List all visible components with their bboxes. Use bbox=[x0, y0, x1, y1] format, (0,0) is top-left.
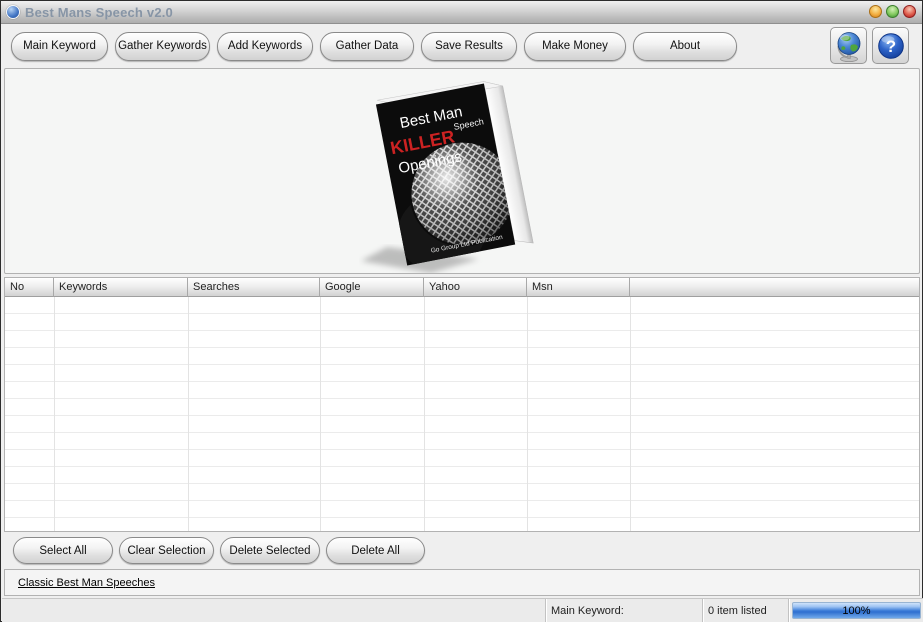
maximize-button[interactable] bbox=[886, 5, 899, 18]
table-row[interactable] bbox=[5, 416, 919, 433]
help-button[interactable]: ? bbox=[872, 27, 909, 64]
column-header-searches[interactable]: Searches bbox=[188, 278, 320, 297]
table-column-divider bbox=[54, 297, 55, 531]
table-row[interactable] bbox=[5, 314, 919, 331]
progress-bar: 100% bbox=[792, 602, 921, 619]
items-listed-text: 0 item listed bbox=[708, 605, 767, 617]
column-header-google[interactable]: Google bbox=[320, 278, 424, 297]
table-row[interactable] bbox=[5, 297, 919, 314]
column-header-keywords[interactable]: Keywords bbox=[54, 278, 188, 297]
table-row[interactable] bbox=[5, 484, 919, 501]
table-row[interactable] bbox=[5, 348, 919, 365]
table-row[interactable] bbox=[5, 467, 919, 484]
table-column-divider bbox=[320, 297, 321, 531]
delete-selected-button[interactable]: Delete Selected bbox=[220, 537, 320, 564]
status-main-keyword: Main Keyword: bbox=[546, 599, 703, 622]
column-header-filler bbox=[630, 278, 919, 297]
toolbar: Main Keyword Gather Keywords Add Keyword… bbox=[2, 25, 921, 67]
table-row[interactable] bbox=[5, 331, 919, 348]
table-row[interactable] bbox=[5, 450, 919, 467]
status-items-listed: 0 item listed bbox=[703, 599, 789, 622]
column-header-msn[interactable]: Msn bbox=[527, 278, 630, 297]
titlebar[interactable]: Best Mans Speech v2.0 bbox=[1, 1, 922, 24]
status-panel-empty bbox=[2, 599, 546, 622]
gather-keywords-button[interactable]: Gather Keywords bbox=[115, 32, 210, 61]
app-window: Best Mans Speech v2.0 Main Keyword Gathe… bbox=[0, 0, 923, 622]
status-bar: Main Keyword: 0 item listed 100% bbox=[2, 598, 923, 622]
table-row[interactable] bbox=[5, 399, 919, 416]
app-icon bbox=[6, 5, 20, 19]
window-controls bbox=[869, 5, 916, 18]
web-globe-button[interactable] bbox=[830, 27, 867, 64]
select-all-button[interactable]: Select All bbox=[13, 537, 113, 564]
table-row[interactable] bbox=[5, 501, 919, 518]
ebook-cover-image: Best Man Speech KILLER Openings Go Group… bbox=[359, 77, 569, 273]
action-button-bar: Select All Clear Selection Delete Select… bbox=[2, 533, 921, 568]
classic-best-man-speeches-link[interactable]: Classic Best Man Speeches bbox=[18, 577, 155, 589]
table-column-divider bbox=[630, 297, 631, 531]
window-title: Best Mans Speech v2.0 bbox=[25, 5, 173, 20]
gather-data-button[interactable]: Gather Data bbox=[320, 32, 414, 61]
close-button[interactable] bbox=[903, 5, 916, 18]
svg-text:?: ? bbox=[885, 37, 895, 56]
delete-all-button[interactable]: Delete All bbox=[326, 537, 425, 564]
about-button[interactable]: About bbox=[633, 32, 737, 61]
cover-image-panel: Best Man Speech KILLER Openings Go Group… bbox=[4, 68, 920, 274]
clear-selection-button[interactable]: Clear Selection bbox=[119, 537, 214, 564]
table-body[interactable] bbox=[5, 297, 919, 531]
make-money-button[interactable]: Make Money bbox=[524, 32, 626, 61]
main-keyword-label: Main Keyword: bbox=[551, 605, 624, 617]
table-row[interactable] bbox=[5, 433, 919, 450]
keywords-table: No Keywords Searches Google Yahoo Msn bbox=[4, 277, 920, 532]
desk-globe-icon bbox=[835, 30, 863, 62]
save-results-button[interactable]: Save Results bbox=[421, 32, 517, 61]
progress-label: 100% bbox=[793, 605, 920, 617]
table-column-divider bbox=[424, 297, 425, 531]
question-mark-icon: ? bbox=[877, 32, 905, 60]
table-header: No Keywords Searches Google Yahoo Msn bbox=[5, 278, 919, 297]
toolbar-icon-buttons: ? bbox=[830, 27, 909, 64]
column-header-yahoo[interactable]: Yahoo bbox=[424, 278, 527, 297]
minimize-button[interactable] bbox=[869, 5, 882, 18]
add-keywords-button[interactable]: Add Keywords bbox=[217, 32, 313, 61]
status-progress-panel: 100% bbox=[789, 599, 923, 622]
table-row[interactable] bbox=[5, 518, 919, 531]
link-panel: Classic Best Man Speeches bbox=[4, 569, 920, 596]
table-column-divider bbox=[188, 297, 189, 531]
main-keyword-button[interactable]: Main Keyword bbox=[11, 32, 108, 61]
table-row[interactable] bbox=[5, 382, 919, 399]
column-header-no[interactable]: No bbox=[5, 278, 54, 297]
table-row[interactable] bbox=[5, 365, 919, 382]
table-column-divider bbox=[527, 297, 528, 531]
